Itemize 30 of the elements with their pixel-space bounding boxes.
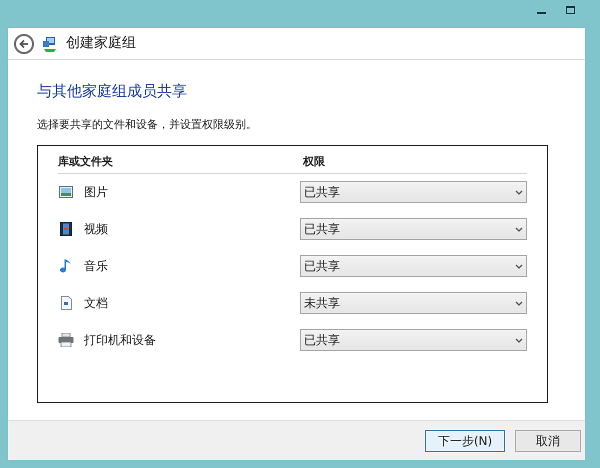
instruction-text: 选择要共享的文件和设备，并设置权限级别。 — [37, 116, 258, 132]
window-title: 创建家庭组 — [66, 34, 136, 53]
permission-dropdown[interactable]: 已共享 — [300, 255, 527, 277]
back-button[interactable] — [14, 34, 34, 54]
permission-dropdown[interactable]: 已共享 — [300, 181, 527, 203]
column-header: 权限 — [303, 154, 325, 170]
arrow-left-icon — [19, 38, 29, 48]
library-name: 视频 — [84, 221, 108, 238]
column-header: 库或文件夹 — [58, 154, 114, 170]
page-heading: 与其他家庭组成员共享 — [37, 81, 188, 102]
chevron-down-icon — [515, 190, 523, 194]
library-name: 文档 — [84, 295, 108, 312]
permission-dropdown[interactable]: 已共享 — [300, 329, 527, 351]
document-icon — [60, 296, 72, 310]
chevron-down-icon — [515, 226, 523, 232]
library-name: 图片 — [84, 184, 108, 201]
printer-icon — [58, 333, 74, 347]
library-name: 打印机和设备 — [84, 332, 156, 349]
homegroup-icon — [42, 36, 58, 52]
chevron-down-icon — [515, 338, 523, 342]
library-name: 音乐 — [84, 258, 108, 275]
chevron-down-icon — [515, 264, 523, 268]
cancel-button[interactable]: 取消 — [515, 430, 581, 452]
permission-dropdown[interactable]: 未共享 — [300, 292, 527, 314]
film-icon — [60, 222, 72, 236]
next-button[interactable]: 下一步(N) — [425, 430, 505, 452]
music-note-icon — [60, 258, 72, 274]
permission-dropdown[interactable]: 已共享 — [300, 218, 527, 240]
chevron-down-icon — [515, 300, 523, 306]
picture-icon — [59, 186, 73, 198]
